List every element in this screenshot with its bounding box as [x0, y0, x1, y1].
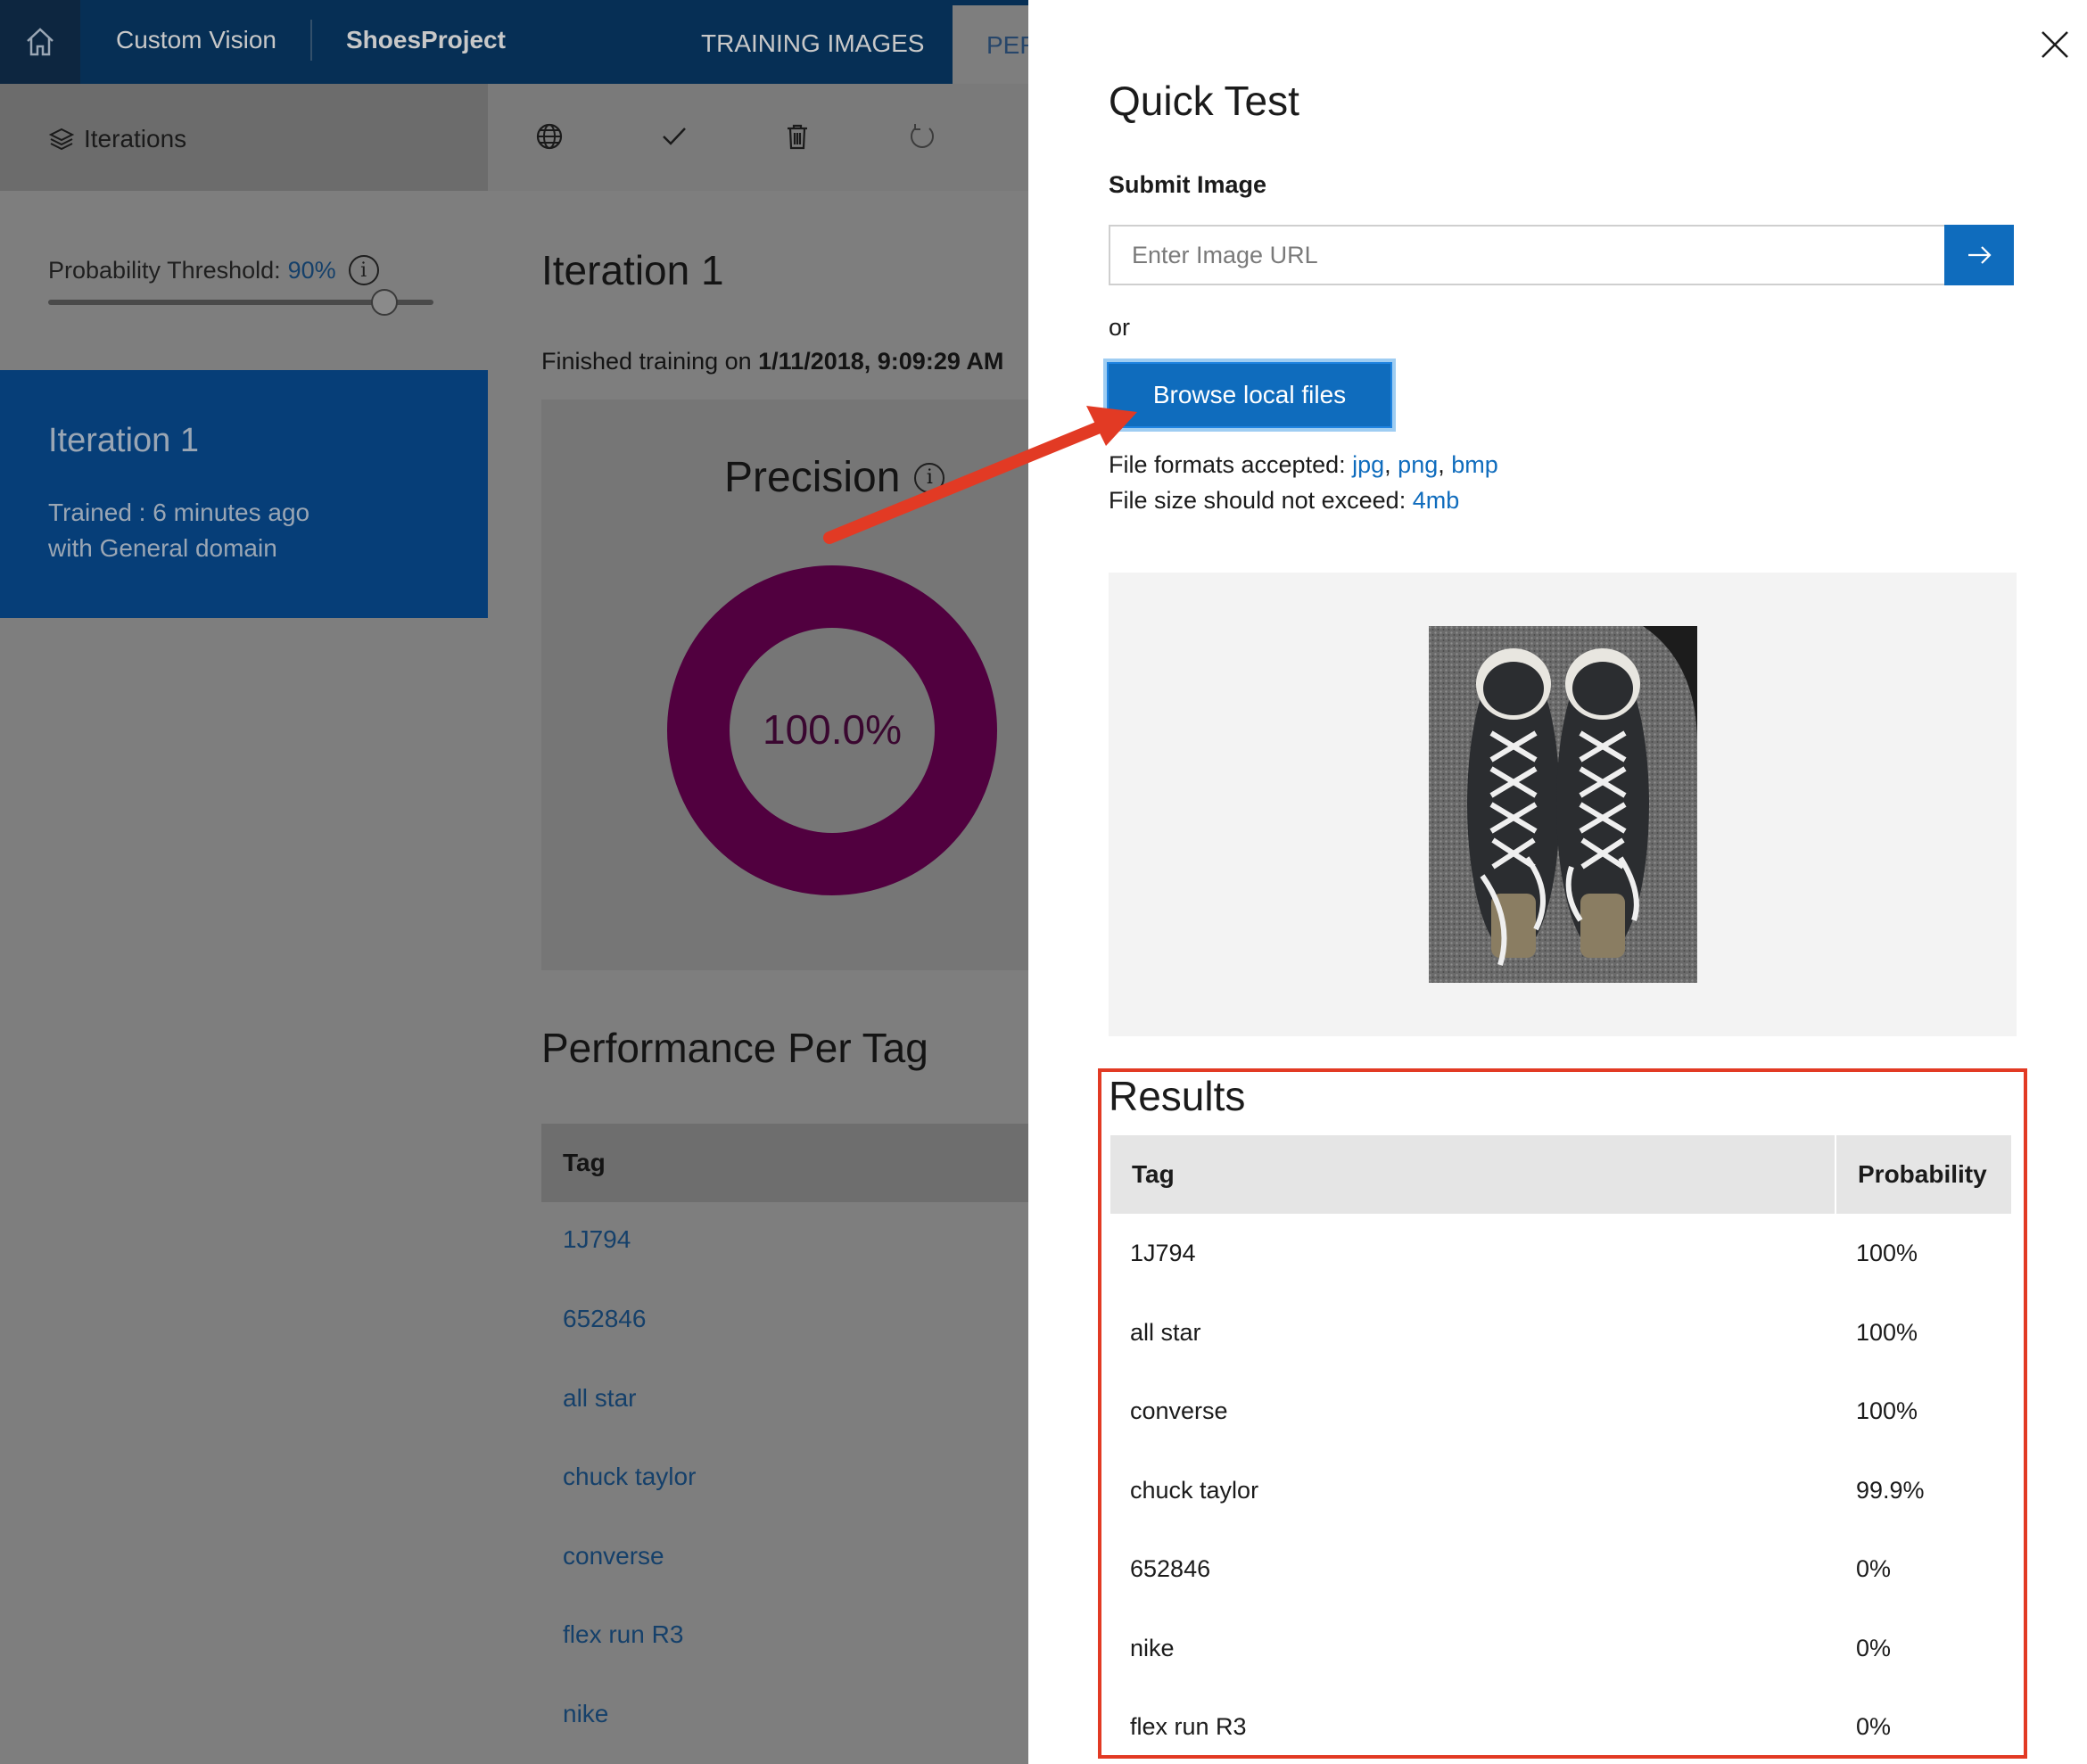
quick-test-panel: Quick Test Submit Image or Browse local … [1028, 0, 2087, 1764]
quick-test-title: Quick Test [1109, 78, 1299, 124]
submit-url-button[interactable] [1944, 225, 2014, 285]
check-icon[interactable] [659, 121, 689, 152]
tag-link[interactable]: converse [563, 1542, 664, 1570]
uploaded-shoe-image [1429, 626, 1697, 983]
result-probability: 0% [1856, 1713, 1892, 1740]
format-link-bmp[interactable]: bmp [1451, 451, 1498, 478]
format-link-jpg[interactable]: jpg [1352, 451, 1384, 478]
threshold-slider-thumb[interactable] [371, 289, 398, 316]
image-url-input[interactable] [1109, 225, 1950, 285]
tag-link[interactable]: 652846 [563, 1305, 646, 1333]
iteration-name: Iteration 1 [48, 422, 199, 459]
file-formats-info: File formats accepted: jpg, png, bmp [1109, 451, 1498, 478]
finished-date: 1/11/2018, 9:09:29 AM [758, 348, 1004, 375]
tag-link[interactable]: flex run R3 [563, 1620, 683, 1649]
project-name-link[interactable]: ShoesProject [346, 0, 506, 84]
top-navigation-bar: Custom Vision ShoesProject TRAINING IMAG… [0, 0, 1033, 87]
precision-info-icon[interactable]: i [914, 462, 945, 493]
precision-label: Precision [724, 454, 901, 501]
results-probability-header: Probability [1836, 1135, 2011, 1214]
threshold-label: Probability Threshold: [48, 256, 281, 284]
performance-table-header: Tag [541, 1124, 1028, 1202]
iteration-toolbar [488, 84, 1028, 191]
file-size-value: 4mb [1412, 487, 1460, 514]
result-probability: 100% [1856, 1319, 1918, 1346]
refresh-icon[interactable] [907, 121, 937, 152]
app-name-link[interactable]: Custom Vision [116, 0, 276, 84]
iteration-trained-time: Trained : 6 minutes ago [48, 499, 310, 526]
performance-per-tag-title: Performance Per Tag [541, 1025, 928, 1071]
result-tag: flex run R3 [1130, 1713, 1247, 1740]
finished-prefix: Finished training on [541, 348, 759, 375]
result-probability: 100% [1856, 1397, 1918, 1424]
close-icon[interactable] [2037, 27, 2073, 62]
precision-value: 100.0% [763, 706, 902, 753]
iteration-title: Iteration 1 [541, 247, 724, 293]
finished-training-text: Finished training on 1/11/2018, 9:09:29 … [541, 348, 1003, 375]
result-tag: 1J794 [1130, 1240, 1196, 1266]
iteration-domain: with General domain [48, 534, 277, 562]
trash-icon[interactable] [782, 121, 813, 152]
precision-title: Precision i [724, 453, 945, 502]
tag-link[interactable]: nike [563, 1700, 608, 1728]
result-probability: 99.9% [1856, 1477, 1925, 1504]
info-icon[interactable]: i [348, 255, 379, 285]
image-preview-area [1109, 573, 2017, 1036]
result-tag: nike [1130, 1635, 1175, 1661]
tag-link[interactable]: chuck taylor [563, 1463, 696, 1491]
precision-donut: 100.0% [667, 565, 997, 895]
browse-local-files-button[interactable]: Browse local files [1107, 362, 1392, 428]
result-tag: converse [1130, 1397, 1228, 1424]
submit-image-label: Submit Image [1109, 171, 1267, 198]
iteration-card-selected[interactable]: Iteration 1 Trained : 6 minutes ago with… [0, 370, 488, 618]
probability-threshold: Probability Threshold: 90% i [48, 255, 379, 285]
result-probability: 100% [1856, 1240, 1918, 1266]
home-button[interactable] [0, 0, 80, 84]
tab-performance[interactable]: PER [953, 5, 1033, 84]
result-probability: 0% [1856, 1635, 1892, 1661]
iterations-label: Iterations [84, 125, 187, 152]
file-size-info: File size should not exceed: 4mb [1109, 487, 1459, 515]
results-title: Results [1109, 1073, 1246, 1119]
tag-link[interactable]: all star [563, 1384, 636, 1413]
tag-link[interactable]: 1J794 [563, 1225, 631, 1254]
threshold-value: 90% [287, 256, 336, 284]
results-tag-header-label: Tag [1132, 1160, 1175, 1188]
result-tag: chuck taylor [1130, 1477, 1259, 1504]
result-probability: 0% [1856, 1555, 1892, 1582]
results-tag-header: Tag [1110, 1135, 1835, 1214]
top-divider [310, 20, 312, 61]
results-probability-header-label: Probability [1858, 1160, 1987, 1188]
result-tag: 652846 [1130, 1555, 1211, 1582]
result-tag: all star [1130, 1319, 1201, 1346]
file-formats-label: File formats accepted: [1109, 451, 1353, 478]
right-shoe [1556, 648, 1649, 958]
tab-training-images[interactable]: TRAINING IMAGES [701, 4, 924, 87]
layers-icon [48, 128, 75, 151]
iterations-title: Iterations [48, 125, 186, 153]
or-text: or [1109, 314, 1131, 341]
tag-column-header: Tag [563, 1149, 606, 1176]
arrow-right-icon [1968, 246, 1992, 264]
format-link-png[interactable]: png [1398, 451, 1438, 478]
file-size-label: File size should not exceed: [1109, 487, 1413, 514]
home-icon [27, 28, 54, 56]
globe-icon[interactable] [534, 121, 565, 152]
